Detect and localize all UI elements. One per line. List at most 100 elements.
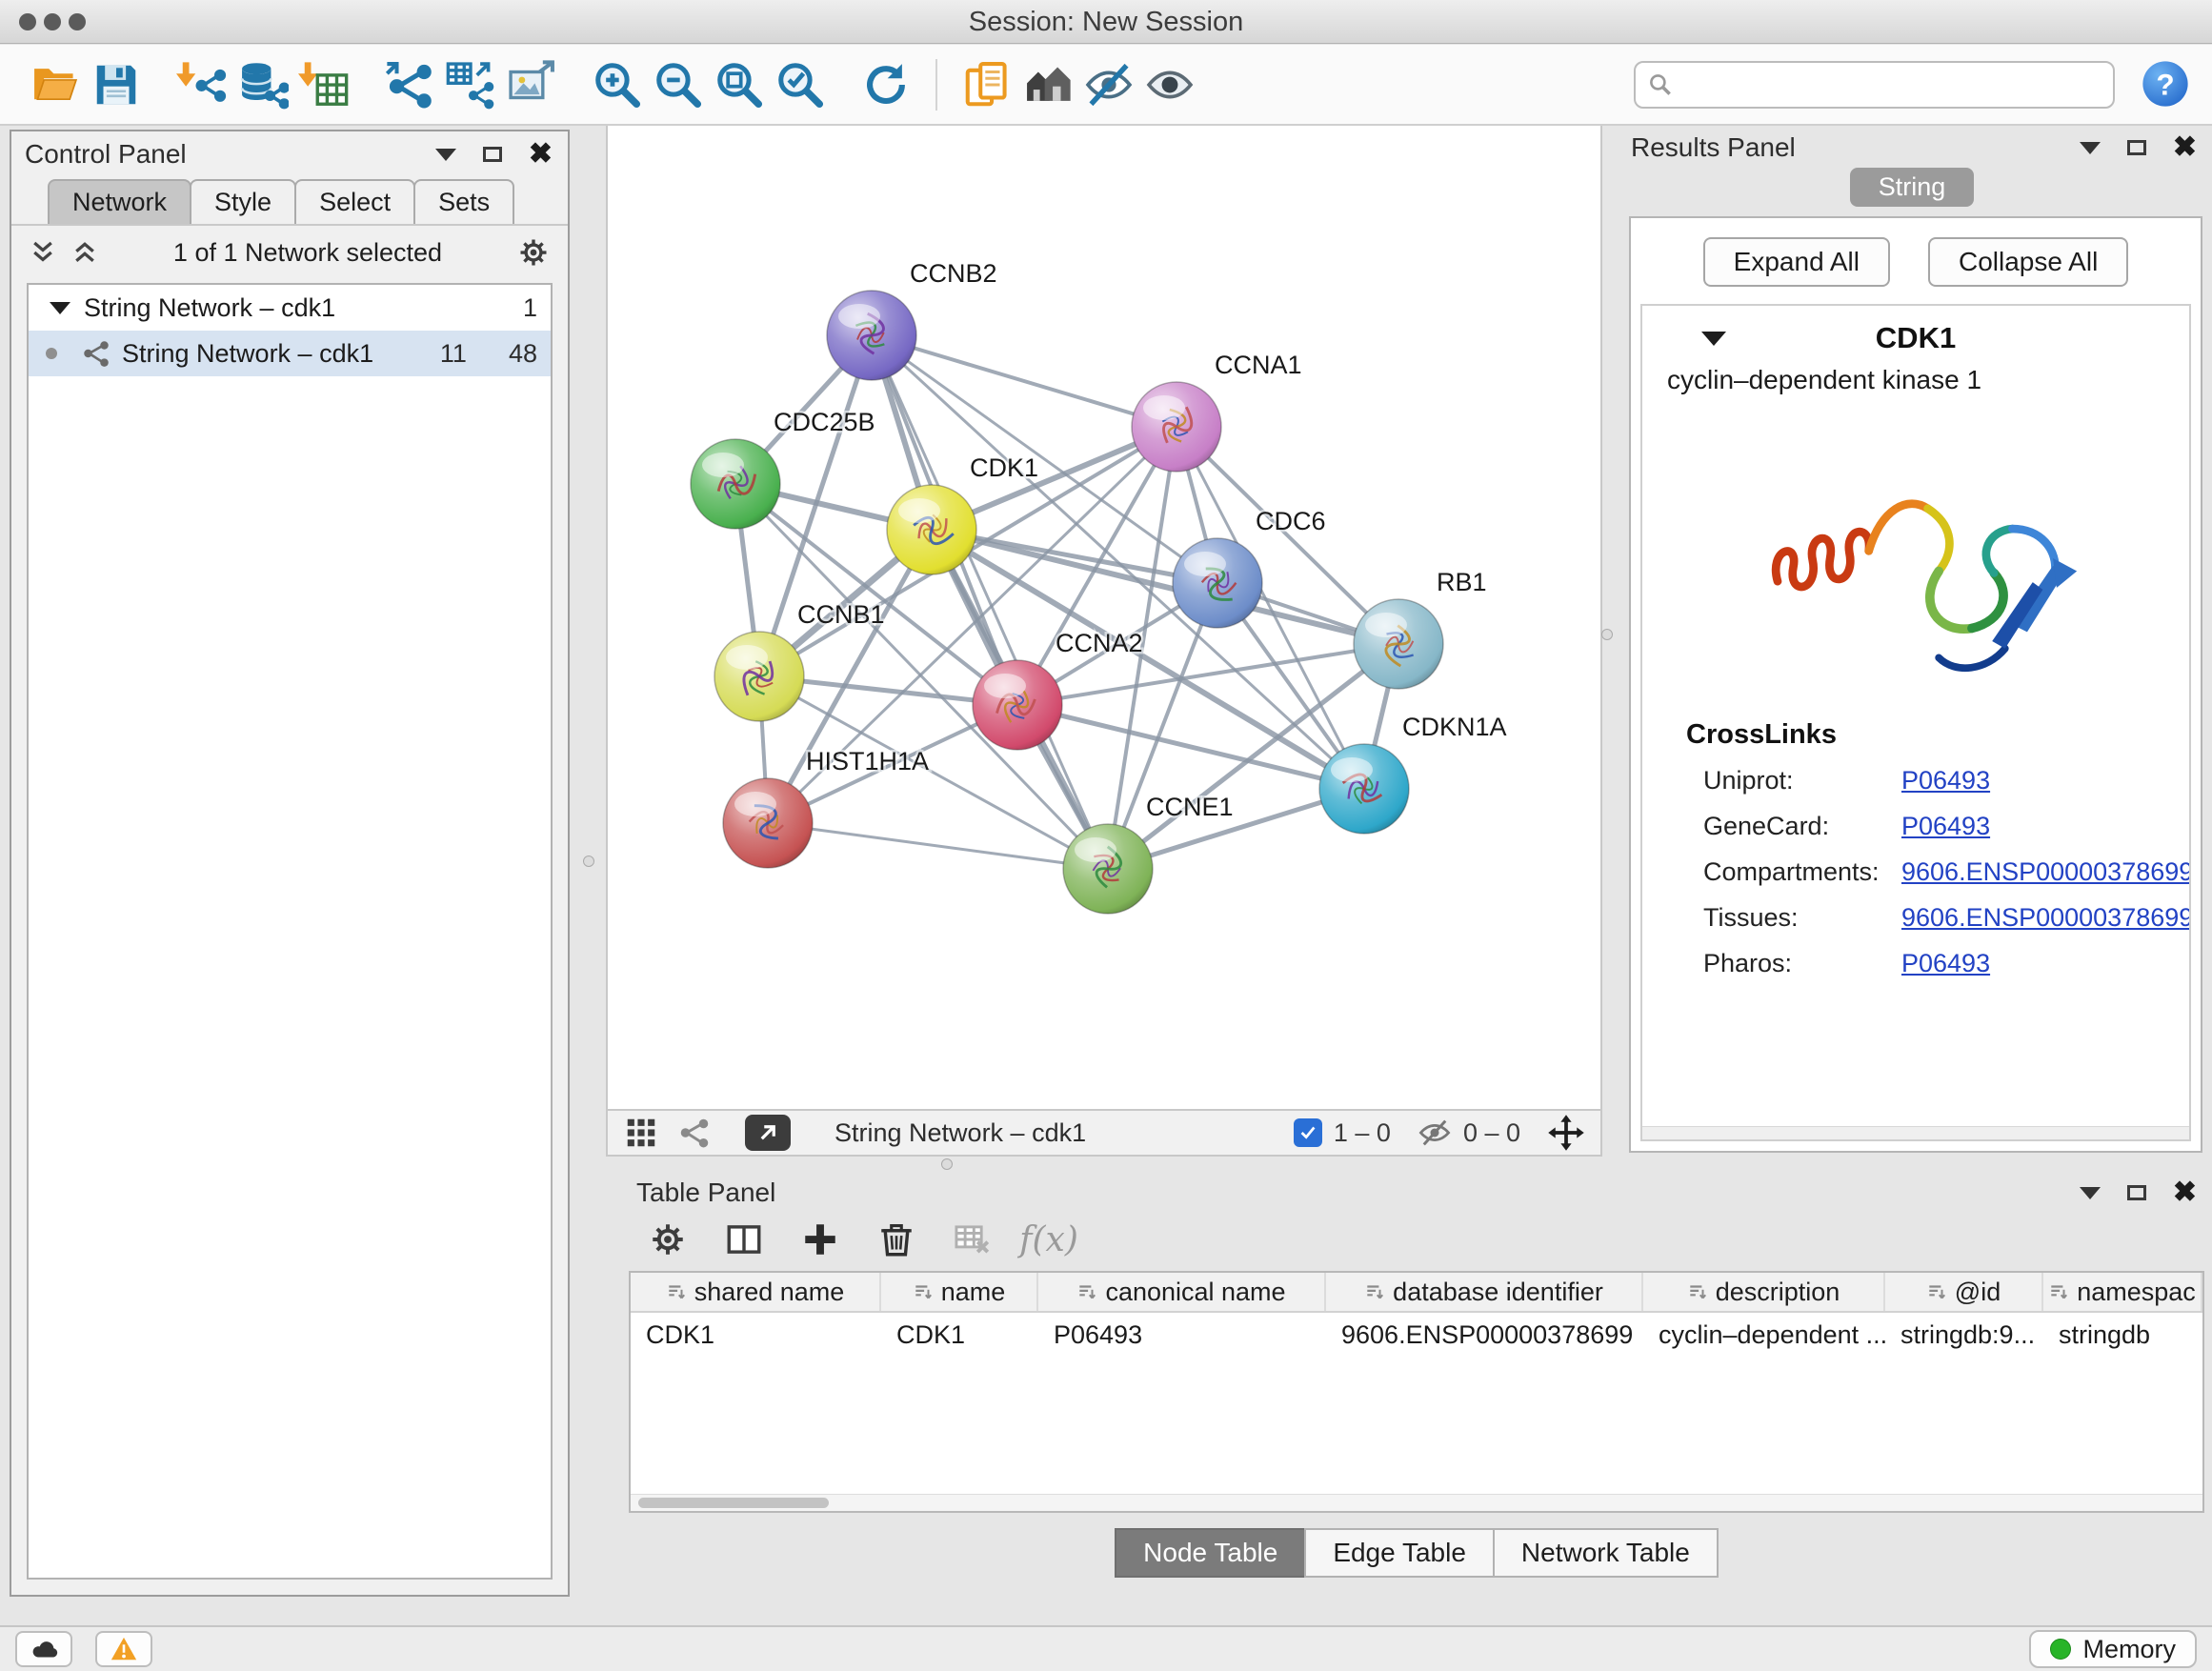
column-header-database-identifier[interactable]: database identifier: [1326, 1273, 1643, 1311]
warnings-button[interactable]: [95, 1631, 152, 1667]
network-canvas[interactable]: CCNB2CCNA1CDC25BCDK1CDC6RB1CCNB1CCNA2CDK…: [606, 126, 1602, 1109]
crosslink-uniprot[interactable]: P06493: [1901, 766, 2191, 795]
table-horizontal-scrollbar[interactable]: [631, 1494, 2202, 1511]
show-graphics-details-button[interactable]: [1139, 54, 1200, 115]
cell-namespace[interactable]: stringdb: [2043, 1320, 2202, 1350]
network-node-HIST1H1A[interactable]: HIST1H1A: [723, 747, 929, 868]
crosslink-pharos[interactable]: P06493: [1901, 949, 2191, 978]
table-options-button[interactable]: [644, 1216, 692, 1263]
network-node-CDKN1A[interactable]: CDKN1A: [1319, 713, 1507, 834]
cell-shared-name[interactable]: CDK1: [631, 1320, 881, 1350]
results-panel-close-button[interactable]: ✖: [2173, 133, 2197, 162]
control-panel-float-button[interactable]: [483, 147, 502, 162]
zoom-fit-button[interactable]: [709, 54, 770, 115]
fit-selected-button[interactable]: [1547, 1114, 1585, 1152]
results-panel-menu-button[interactable]: [2080, 142, 2101, 154]
network-node-CDC6[interactable]: CDC6: [1173, 507, 1326, 628]
zoom-selected-button[interactable]: [770, 54, 831, 115]
tab-edge-table[interactable]: Edge Table: [1304, 1528, 1495, 1578]
tab-sets[interactable]: Sets: [413, 179, 514, 226]
network-node-CCNB2[interactable]: CCNB2: [827, 259, 997, 380]
cell-name[interactable]: CDK1: [881, 1320, 1038, 1350]
delete-column-button[interactable]: [873, 1216, 920, 1263]
new-network-from-selection-button[interactable]: [379, 54, 440, 115]
results-panel-float-button[interactable]: [2127, 140, 2146, 155]
show-columns-button[interactable]: [720, 1216, 768, 1263]
collapse-all-button[interactable]: Collapse All: [1928, 237, 2128, 287]
cell-database-identifier[interactable]: 9606.ENSP00000378699: [1326, 1320, 1643, 1350]
zoom-out-button[interactable]: [648, 54, 709, 115]
scrollbar-thumb[interactable]: [638, 1498, 829, 1508]
crosslink-genecard[interactable]: P06493: [1901, 812, 2191, 841]
tab-string[interactable]: String: [1850, 168, 1975, 207]
export-image-button[interactable]: [501, 54, 562, 115]
delete-table-button[interactable]: [949, 1216, 996, 1263]
import-network-from-database-button[interactable]: [232, 54, 293, 115]
tab-select[interactable]: Select: [294, 179, 415, 226]
tab-node-table[interactable]: Node Table: [1115, 1528, 1306, 1578]
crosslink-tissues[interactable]: 9606.ENSP00000378699: [1901, 903, 2191, 933]
memory-button[interactable]: Memory: [2029, 1630, 2197, 1668]
open-session-button[interactable]: [25, 54, 86, 115]
import-table-button[interactable]: [293, 54, 354, 115]
collapse-all-networks-button[interactable]: [29, 238, 57, 267]
control-panel-close-button[interactable]: ✖: [529, 140, 553, 169]
import-network-from-file-button[interactable]: [171, 54, 232, 115]
refresh-view-button[interactable]: [855, 54, 916, 115]
gene-name: CDK1: [1726, 321, 2105, 355]
column-header-description[interactable]: description: [1643, 1273, 1885, 1311]
table-row[interactable]: CDK1 CDK1 P06493 9606.ENSP00000378699 cy…: [631, 1313, 2202, 1357]
tab-network[interactable]: Network: [48, 179, 191, 226]
tab-network-table[interactable]: Network Table: [1493, 1528, 1719, 1578]
search-box[interactable]: [1634, 61, 2115, 109]
create-column-button[interactable]: [796, 1216, 844, 1263]
show-home-panel-button[interactable]: [1017, 54, 1078, 115]
control-panel-menu-button[interactable]: [435, 149, 456, 161]
table-panel-close-button[interactable]: ✖: [2173, 1178, 2197, 1207]
bottom-splitter-handle[interactable]: [941, 1158, 953, 1170]
section-expander-icon[interactable]: [1701, 332, 1726, 346]
results-scrollbar[interactable]: [1642, 1126, 2189, 1139]
expand-all-button[interactable]: Expand All: [1703, 237, 1890, 287]
birds-eye-view-button[interactable]: [623, 1115, 659, 1151]
cell-description[interactable]: cyclin–dependent ...: [1643, 1320, 1885, 1350]
detach-view-button[interactable]: [745, 1115, 791, 1151]
cell-canonical-name[interactable]: P06493: [1038, 1320, 1326, 1350]
network-view-grid-button[interactable]: [676, 1115, 713, 1151]
network-graph[interactable]: CCNB2CCNA1CDC25BCDK1CDC6RB1CCNB1CCNA2CDK…: [608, 126, 1600, 1109]
expand-all-networks-button[interactable]: [70, 238, 99, 267]
network-edge-HIST1H1A-CCNE1[interactable]: [768, 823, 1108, 869]
clone-network-button[interactable]: [956, 54, 1017, 115]
table-panel-menu-button[interactable]: [2080, 1187, 2101, 1199]
new-network-and-table-button[interactable]: [440, 54, 501, 115]
column-header-name[interactable]: name: [881, 1273, 1038, 1311]
selected-items-checkbox[interactable]: [1294, 1118, 1322, 1147]
hide-graphics-details-button[interactable]: [1078, 54, 1139, 115]
column-header-canonical-name[interactable]: canonical name: [1038, 1273, 1326, 1311]
search-input[interactable]: [1683, 70, 2101, 99]
network-collection-row[interactable]: String Network – cdk1 1: [29, 285, 551, 331]
cloud-button[interactable]: [15, 1631, 72, 1667]
network-edge-CCNB2-CCNA1[interactable]: [872, 335, 1176, 427]
network-node-RB1[interactable]: RB1: [1354, 568, 1487, 689]
network-edge-CCNB2-CCNE1[interactable]: [872, 335, 1108, 869]
crosslink-compartments[interactable]: 9606.ENSP00000378699: [1901, 857, 2191, 887]
save-session-button[interactable]: [86, 54, 147, 115]
network-node-CDK1[interactable]: CDK1: [887, 453, 1038, 574]
function-builder-button[interactable]: f(x): [1025, 1216, 1073, 1263]
column-header-namespace[interactable]: namespac: [2043, 1273, 2202, 1311]
column-header-id[interactable]: @id: [1885, 1273, 2043, 1311]
network-node-CCNA1[interactable]: CCNA1: [1132, 351, 1302, 472]
column-header-shared-name[interactable]: shared name: [631, 1273, 881, 1311]
help-button[interactable]: ?: [2138, 57, 2193, 112]
network-options-button[interactable]: [516, 235, 551, 270]
left-splitter-handle[interactable]: [583, 856, 594, 867]
tree-expander-icon[interactable]: [50, 302, 70, 314]
network-row[interactable]: String Network – cdk1 11 48: [29, 331, 551, 376]
cell-id[interactable]: stringdb:9...: [1885, 1320, 2043, 1350]
zoom-in-button[interactable]: [587, 54, 648, 115]
network-node-CCNE1[interactable]: CCNE1: [1063, 793, 1234, 914]
table-panel-float-button[interactable]: [2127, 1185, 2146, 1200]
tab-style[interactable]: Style: [190, 179, 296, 226]
right-splitter-handle[interactable]: [1601, 629, 1613, 640]
